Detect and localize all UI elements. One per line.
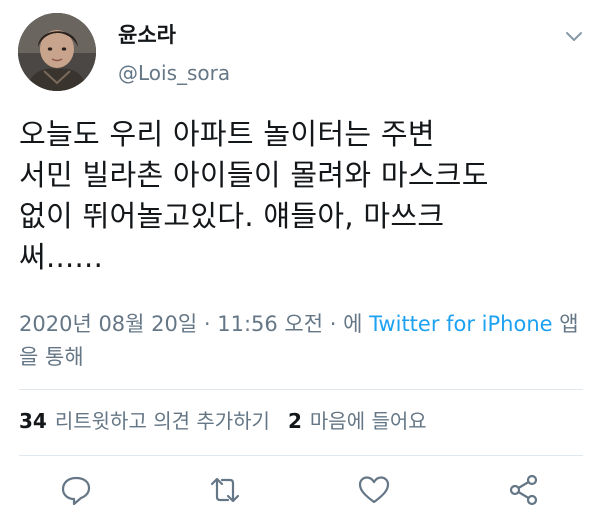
retweets-count: 34 (19, 409, 47, 433)
retweets-stat[interactable]: 34 리트윗하고 의견 추가하기 (19, 409, 270, 433)
timestamp: 2020년 08월 20일 · 11:56 오전 · 에 (19, 312, 370, 336)
retweets-label: 리트윗하고 의견 추가하기 (54, 409, 270, 433)
heart-icon[interactable] (356, 472, 392, 508)
likes-count: 2 (287, 409, 302, 433)
tweet-detail: 윤소라 @Lois_sora 오늘도 우리 아파트 놀이터는 주변 서민 빌라촌… (0, 0, 600, 527)
likes-label: 마음에 들어요 (309, 409, 427, 433)
source-app-link[interactable]: Twitter for iPhone (369, 312, 553, 336)
tweet-stats: 34 리트윗하고 의견 추가하기 2 마음에 들어요 (19, 407, 427, 435)
divider (19, 455, 583, 456)
action-bar (0, 472, 600, 512)
chevron-down-icon[interactable] (562, 24, 586, 48)
retweet-icon[interactable] (207, 472, 243, 508)
divider (19, 389, 583, 390)
share-icon[interactable] (506, 472, 542, 508)
tweet-text: 오늘도 우리 아파트 놀이터는 주변 서민 빌라촌 아이들이 몰려와 마스크도 … (19, 117, 489, 274)
display-name[interactable]: 윤소라 (118, 22, 176, 48)
avatar[interactable] (18, 13, 96, 91)
tweet-meta: 2020년 08월 20일 · 11:56 오전 · 에 Twitter for… (19, 308, 589, 374)
reply-icon[interactable] (58, 472, 94, 508)
user-handle[interactable]: @Lois_sora (118, 60, 230, 86)
likes-stat[interactable]: 2 마음에 들어요 (288, 409, 427, 433)
